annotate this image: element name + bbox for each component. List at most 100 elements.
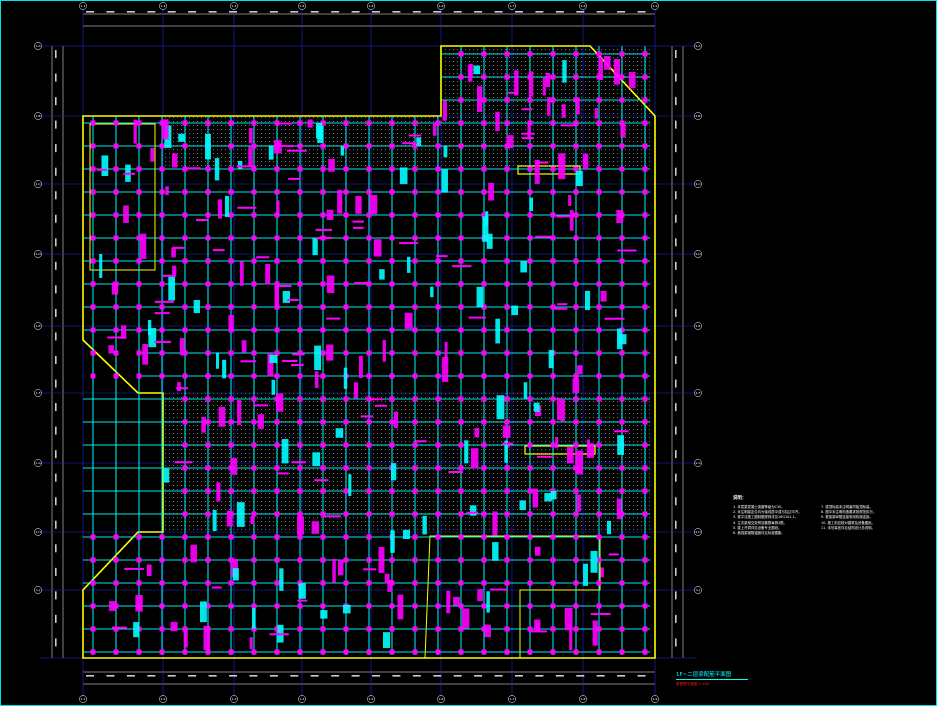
column-node [182, 649, 188, 655]
column-node [205, 189, 211, 195]
column-node [504, 649, 510, 655]
reinforcement-annotation [523, 382, 528, 399]
axis-top-label: 1-4 [300, 4, 305, 8]
reinforcement-annotation [177, 382, 181, 392]
column-node [550, 603, 556, 609]
column-node [389, 212, 395, 218]
beam-label-text [435, 255, 448, 258]
dimension-value-right [675, 544, 677, 553]
column-node [343, 120, 349, 126]
column-node [412, 626, 418, 632]
column-node [573, 649, 579, 655]
column-node [274, 327, 280, 333]
column-node [389, 511, 395, 517]
column-node [320, 649, 326, 655]
beam-label-text [557, 303, 568, 306]
column-node [251, 511, 257, 517]
column-node [504, 603, 510, 609]
column-node [642, 281, 648, 287]
column-node [136, 258, 142, 264]
column-node [251, 235, 257, 241]
reinforcement-annotation [298, 583, 306, 599]
dimension-value-top [351, 11, 360, 13]
dimension-value-top [106, 11, 115, 13]
column-node [251, 373, 257, 379]
reinforcement-annotation [488, 182, 495, 201]
column-node [550, 97, 556, 103]
column-node [481, 189, 487, 195]
reinforcement-annotation [337, 559, 344, 576]
beam-label-text [560, 124, 577, 127]
reinforcement-annotation [442, 357, 449, 383]
beam-label-text [604, 317, 625, 320]
column-node [619, 97, 625, 103]
column-node [182, 166, 188, 172]
dimension-value-bottom [372, 675, 380, 677]
column-node [205, 212, 211, 218]
column-node [389, 166, 395, 172]
reinforcement-annotation [373, 239, 382, 257]
beam-label-text [617, 249, 637, 252]
column-node [412, 465, 418, 471]
dimension-value-bottom [147, 675, 156, 677]
reinforcement-annotation [492, 542, 499, 561]
column-node [343, 511, 349, 517]
column-node [527, 350, 533, 356]
column-node [504, 51, 510, 57]
column-node [550, 74, 556, 80]
column-node [228, 649, 234, 655]
column-node [90, 626, 96, 632]
column-node [458, 143, 464, 149]
column-node [274, 649, 280, 655]
column-node [619, 419, 625, 425]
column-node [297, 304, 303, 310]
beam-label-text [297, 599, 308, 602]
reinforcement-annotation [269, 354, 278, 363]
column-node [573, 212, 579, 218]
column-node [205, 120, 211, 126]
dimension-value-right [675, 332, 677, 341]
dimension-value-top [637, 11, 646, 13]
reinforcement-annotation [545, 72, 551, 88]
column-node [90, 120, 96, 126]
column-node [320, 212, 326, 218]
beam-label-text [316, 237, 333, 240]
column-node [343, 166, 349, 172]
column-node [642, 327, 648, 333]
column-node [412, 442, 418, 448]
column-node [527, 51, 533, 57]
column-node [205, 465, 211, 471]
column-node [274, 511, 280, 517]
reinforcement-annotation [348, 474, 352, 497]
column-node [205, 281, 211, 287]
column-node [573, 166, 579, 172]
column-node [596, 327, 602, 333]
reinforcement-annotation [216, 482, 221, 502]
beam-label-text [375, 404, 387, 407]
beam-label-text [360, 415, 374, 418]
column-node [343, 189, 349, 195]
reinforcement-annotation [519, 500, 526, 511]
column-node [481, 442, 487, 448]
reinforcement-annotation [588, 443, 595, 458]
column-node [573, 488, 579, 494]
reinforcement-annotation [276, 200, 280, 215]
column-node [412, 488, 418, 494]
axis-right-label: 1-F [696, 391, 701, 395]
column-node [573, 258, 579, 264]
column-node [136, 373, 142, 379]
reinforcement-annotation [163, 468, 170, 483]
column-node [228, 120, 234, 126]
reinforcement-annotation [193, 299, 200, 314]
reinforcement-annotation [576, 97, 580, 115]
reinforcement-annotation [165, 186, 169, 196]
column-node [481, 557, 487, 563]
column-node [343, 396, 349, 402]
column-node [366, 557, 372, 563]
column-node [389, 488, 395, 494]
column-node [366, 166, 372, 172]
reinforcement-annotation [476, 286, 484, 308]
column-node [320, 488, 326, 494]
dimension-value-bottom [106, 675, 115, 677]
dimension-value-right [675, 638, 677, 647]
